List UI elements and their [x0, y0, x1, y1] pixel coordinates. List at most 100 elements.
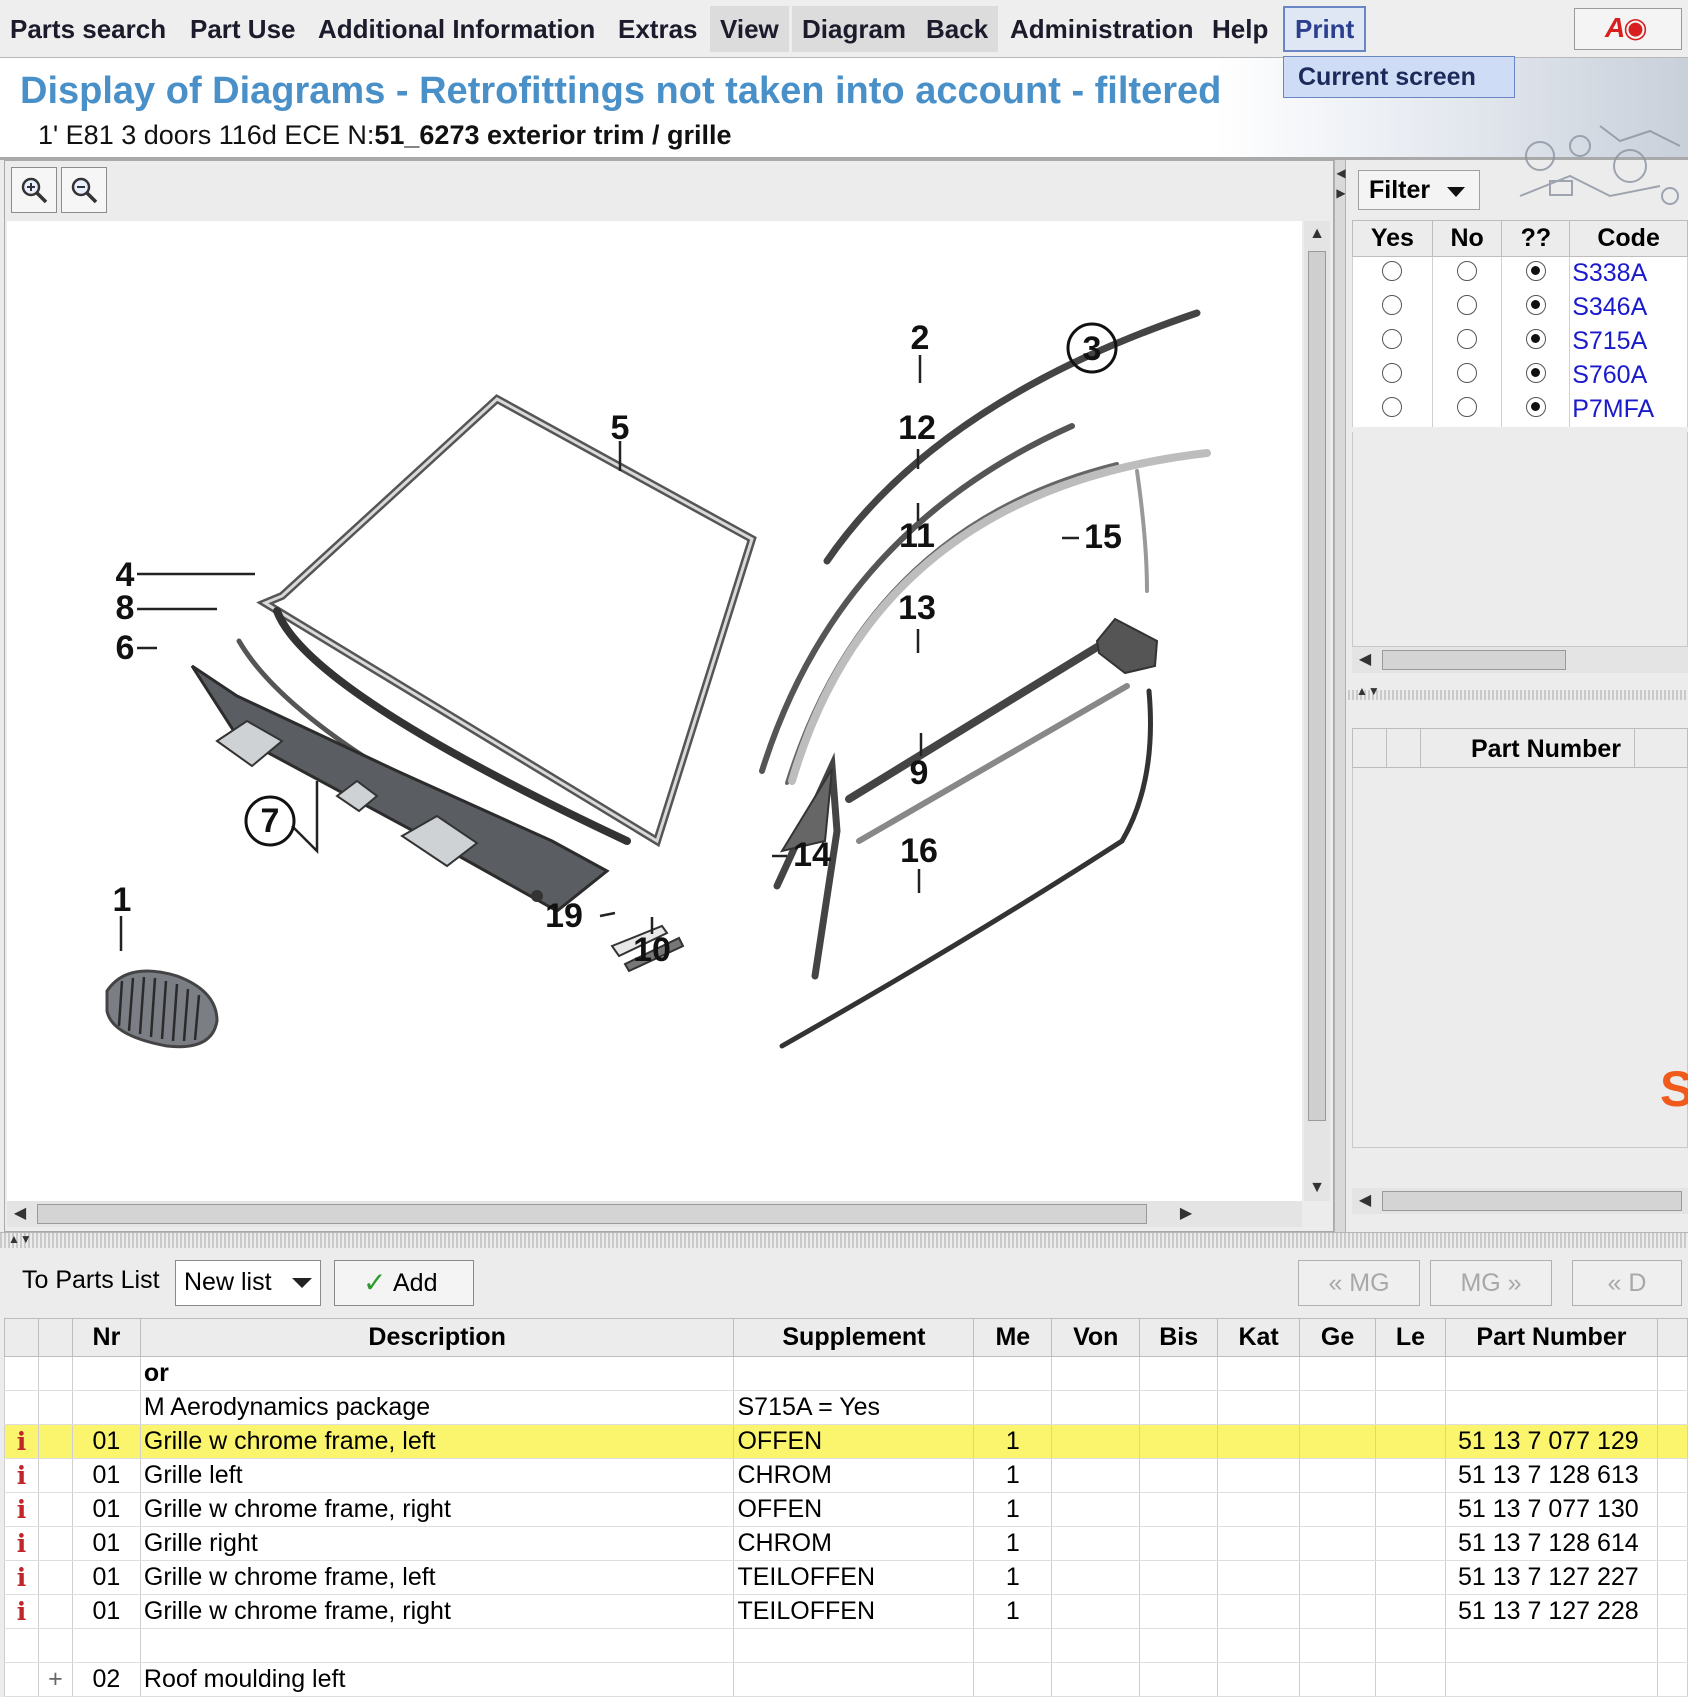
radio-unknown[interactable] [1525, 261, 1546, 282]
scroll-left-icon[interactable]: ◀ [1352, 647, 1378, 673]
filter-code[interactable]: S760A [1569, 358, 1688, 393]
col-supplement[interactable]: Supplement [733, 1318, 975, 1357]
table-row[interactable]: i 01 Grille w chrome frame, left TEILOFFEN 1… [4, 1560, 1688, 1595]
menu-extras[interactable]: Extras [608, 6, 708, 52]
add-button[interactable]: ✓ Add [334, 1260, 474, 1306]
callout-2[interactable]: 2 [911, 319, 930, 357]
vertical-splitter[interactable]: ◀ ▶ [1334, 160, 1346, 1232]
table-row[interactable]: +02 Roof moulding left [4, 1662, 1688, 1697]
info-icon[interactable]: i [4, 1424, 39, 1459]
filter-horizontal-scrollbar[interactable]: ◀ [1352, 647, 1688, 673]
scroll-right-icon[interactable]: ▶ [1173, 1201, 1199, 1227]
radio-yes[interactable] [1382, 261, 1403, 282]
table-row[interactable]: i 01 Grille left CHROM 1 51 13 7 128 613 [4, 1458, 1688, 1493]
filter-code[interactable]: S346A [1569, 290, 1688, 325]
radio-yes[interactable] [1382, 397, 1403, 417]
callout-3[interactable]: 3 [1083, 330, 1102, 368]
radio-yes[interactable] [1382, 295, 1403, 315]
info-icon[interactable]: i [4, 1560, 39, 1595]
info-icon[interactable]: i [4, 1492, 39, 1527]
info-icon[interactable]: i [4, 1458, 39, 1493]
filter-dropdown-button[interactable]: Filter [1358, 170, 1480, 210]
col-le[interactable]: Le [1375, 1318, 1446, 1357]
parts-diagram[interactable]: 1 2 3 4 5 6 7 8 9 10 11 12 13 14 15 16 1… [7, 221, 1302, 1201]
side-hscroll-thumb[interactable] [1382, 1191, 1682, 1211]
previous-d-button[interactable]: « D [1572, 1260, 1682, 1306]
next-mg-button[interactable]: MG » [1430, 1260, 1552, 1306]
diagram-vertical-scrollbar[interactable]: ▲ ▼ [1304, 221, 1330, 1201]
col-von[interactable]: Von [1051, 1318, 1141, 1357]
menu-additional-information[interactable]: Additional Information [308, 6, 605, 52]
table-row[interactable]: i 01 Grille w chrome frame, left OFFEN 1 51 1… [4, 1424, 1688, 1459]
scroll-left-icon[interactable]: ◀ [1352, 1188, 1378, 1214]
radio-unknown[interactable] [1525, 295, 1546, 315]
radio-no[interactable] [1457, 363, 1478, 383]
col-kat[interactable]: Kat [1217, 1318, 1301, 1357]
callout-13[interactable]: 13 [898, 589, 936, 627]
callout-1[interactable]: 1 [113, 881, 132, 919]
menu-view[interactable]: View [710, 6, 789, 52]
diagram-horizontal-scrollbar[interactable]: ◀ ▶ [7, 1201, 1302, 1227]
callout-11[interactable]: 11 [899, 517, 935, 555]
splitter-arrows-icon[interactable]: ▲▼ [1356, 684, 1380, 698]
radio-no[interactable] [1457, 329, 1478, 349]
radio-no[interactable] [1457, 261, 1478, 282]
table-row[interactable]: M Aerodynamics package S715A = Yes [4, 1390, 1688, 1425]
diagram-vscroll-thumb[interactable] [1308, 251, 1326, 1121]
zoom-out-button[interactable] [61, 167, 107, 213]
callout-10[interactable]: 10 [633, 931, 671, 969]
info-icon[interactable]: i [4, 1526, 39, 1561]
callout-5[interactable]: 5 [611, 409, 630, 447]
callout-12[interactable]: 12 [898, 409, 936, 447]
callout-14[interactable]: 14 [793, 836, 831, 874]
filter-splitter[interactable]: ▲▼ [1348, 684, 1688, 700]
radio-unknown[interactable] [1525, 363, 1546, 383]
scroll-down-icon[interactable]: ▼ [1304, 1175, 1330, 1201]
radio-unknown[interactable] [1525, 397, 1546, 417]
filter-hscroll-thumb[interactable] [1382, 650, 1566, 670]
horizontal-splitter[interactable]: ▲▼ [0, 1232, 1688, 1248]
callout-19[interactable]: 19 [545, 897, 583, 935]
callout-16[interactable]: 16 [900, 832, 938, 870]
print-menu-current-screen[interactable]: Current screen [1283, 56, 1515, 98]
menu-diagram[interactable]: Diagram [792, 6, 917, 52]
col-ge[interactable]: Ge [1299, 1318, 1377, 1357]
previous-mg-button[interactable]: « MG [1298, 1260, 1420, 1306]
filter-code[interactable]: S338A [1569, 256, 1688, 291]
filter-code[interactable]: P7MFA [1569, 392, 1688, 427]
menu-help[interactable]: Help [1202, 6, 1278, 52]
scroll-left-icon[interactable]: ◀ [7, 1201, 33, 1227]
diagram-hscroll-thumb[interactable] [37, 1204, 1147, 1224]
col-part-number[interactable]: Part Number [1444, 1318, 1658, 1357]
menu-administration[interactable]: Administration [1000, 6, 1203, 52]
menu-parts-search[interactable]: Parts search [0, 6, 176, 52]
radio-unknown[interactable] [1525, 329, 1546, 349]
info-icon[interactable]: i [4, 1594, 39, 1629]
radio-yes[interactable] [1382, 363, 1403, 383]
radio-no[interactable] [1457, 295, 1478, 315]
table-row[interactable]: i 01 Grille w chrome frame, right OFFEN 1 51 … [4, 1492, 1688, 1527]
scroll-up-icon[interactable]: ▲ [1304, 221, 1330, 247]
side-horizontal-scrollbar[interactable]: ◀ [1352, 1188, 1688, 1214]
col-nr[interactable]: Nr [71, 1318, 141, 1357]
menu-part-use[interactable]: Part Use [180, 6, 306, 52]
table-row[interactable]: i 01 Grille right CHROM 1 51 13 7 128 614 [4, 1526, 1688, 1561]
callout-7[interactable]: 7 [261, 802, 280, 840]
table-row[interactable]: i 01 Grille w chrome frame, right TEILOFFEN… [4, 1594, 1688, 1629]
callout-15[interactable]: 15 [1084, 518, 1122, 556]
radio-yes[interactable] [1382, 329, 1403, 349]
table-row[interactable] [4, 1628, 1688, 1663]
menu-back[interactable]: Back [916, 6, 999, 52]
col-description[interactable]: Description [139, 1318, 735, 1357]
col-bis[interactable]: Bis [1139, 1318, 1219, 1357]
callout-9[interactable]: 9 [910, 754, 929, 792]
callout-8[interactable]: 8 [116, 589, 135, 627]
filter-code[interactable]: S715A [1569, 324, 1688, 359]
expand-icon[interactable]: + [37, 1662, 73, 1697]
radio-no[interactable] [1457, 397, 1478, 417]
table-row[interactable]: or [4, 1356, 1688, 1391]
parts-list-select[interactable]: New list [175, 1260, 321, 1306]
callout-6[interactable]: 6 [116, 629, 135, 667]
splitter-arrows-icon[interactable]: ▲▼ [8, 1232, 32, 1246]
menu-print[interactable]: Print [1283, 6, 1367, 52]
